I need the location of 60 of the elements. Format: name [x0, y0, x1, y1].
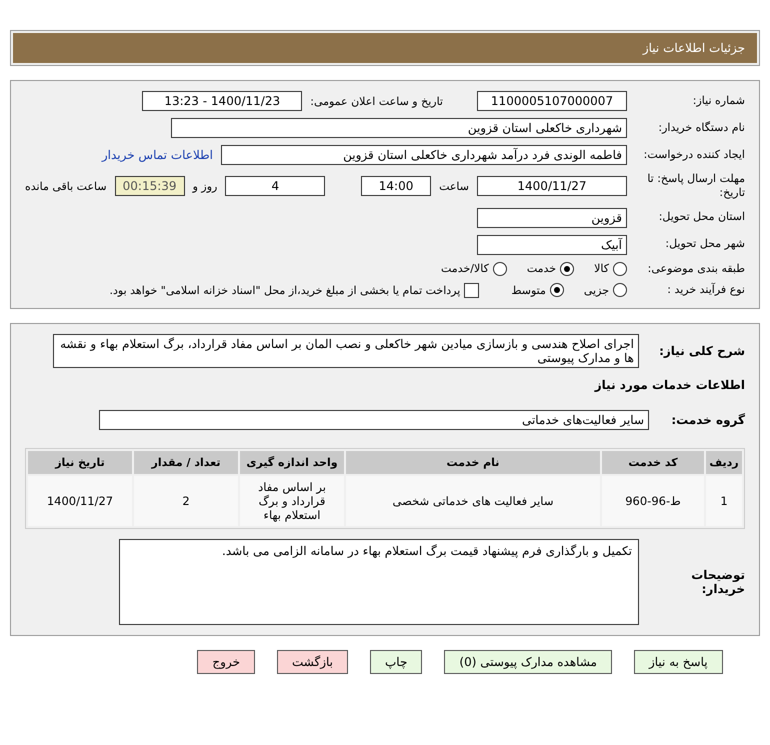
service-group-field: سایر فعالیت‌های خدماتی — [99, 410, 649, 430]
column-header: نام خدمت — [346, 450, 600, 474]
field-label: شهر محل تحویل: — [664, 237, 745, 252]
action-button[interactable]: پاسخ به نیاز — [634, 650, 723, 674]
column-header: کد خدمت — [602, 450, 704, 474]
field-label: گروه خدمت: — [670, 412, 745, 427]
action-button[interactable]: چاپ — [370, 650, 422, 674]
field-label: ساعت باقی مانده — [25, 180, 107, 193]
requester-field: فاطمه الوندی فرد درآمد شهرداری خاکعلی استان قزوین — [221, 145, 627, 165]
table-cell: 1 — [706, 476, 742, 526]
field-label: ساعت — [439, 180, 469, 193]
table-cell: سایر فعالیت های خدماتی شخصی — [346, 476, 600, 526]
table-cell: بر اساس مفاد قرارداد و برگ استعلام بهاء — [240, 476, 344, 526]
days-field: 4 — [225, 176, 326, 196]
deadline-time-field: 14:00 — [361, 176, 432, 196]
field-label: نوع فرآیند خرید : — [666, 283, 745, 298]
table-cell: ط-96-960 — [602, 476, 704, 526]
radio-button[interactable] — [613, 283, 627, 298]
column-header: ردیف — [706, 450, 742, 474]
table-cell: 1400/11/27 — [28, 476, 132, 526]
page-header: جزئیات اطلاعات نیاز — [13, 33, 757, 63]
province-field: قزوین — [477, 208, 627, 228]
field-label: روز و — [192, 180, 218, 193]
column-header: تعداد / مقدار — [134, 450, 238, 474]
deadline-date-field: 1400/11/27 — [477, 176, 627, 196]
radio-option[interactable]: جزیی — [584, 283, 627, 298]
action-button-alert[interactable]: بازگشت — [277, 650, 348, 674]
action-button[interactable]: مشاهده مدارک پیوستی (0) — [444, 650, 612, 674]
radio-option[interactable]: خدمت — [526, 262, 574, 276]
contact-link[interactable]: اطلاعات تماس خریدار — [102, 148, 213, 162]
radio-option[interactable]: کالا — [594, 262, 627, 276]
radio-button[interactable] — [613, 262, 627, 276]
column-header: تاریخ نیاز — [28, 450, 132, 474]
column-header: واحد اندازه گیری — [240, 450, 344, 474]
field-label: نام دستگاه خریدار: — [657, 120, 745, 136]
radio-button[interactable] — [492, 262, 507, 276]
action-button-alert[interactable]: خروج — [197, 650, 255, 674]
field-label: استان محل تحویل: — [658, 210, 745, 225]
field-label: طبقه بندی موضوعی: — [646, 262, 745, 276]
city-field: آبیک — [477, 234, 627, 255]
summary-field: اجرای اصلاح هندسی و بازسازی میادین شهر خاکعلی و نصب المان بر اساس مفاد قرارداد، برگ استعلام بهاء و نقشه ها و مدارک پیوستی — [53, 334, 639, 368]
table-cell: 2 — [134, 476, 238, 526]
payment-checkbox-option[interactable]: پرداخت تمام یا بخشی از مبلغ خرید،از محل "اسناد خزانه اسلامی" خواهد بود. — [110, 282, 480, 298]
field-label: شرح کلی نیاز: — [658, 344, 745, 358]
field-label: شماره نیاز: — [692, 94, 745, 108]
checkbox[interactable] — [464, 282, 480, 298]
radio-option[interactable]: متوسط — [511, 283, 564, 298]
need-number-field: 1100005107000007 — [477, 91, 627, 111]
radio-button[interactable] — [550, 283, 564, 298]
field-label: مهلت ارسال پاسخ: تا تاریخ: — [646, 172, 745, 201]
radio-button[interactable] — [560, 262, 574, 276]
field-label: تاریخ و ساعت اعلان عمومی: — [310, 94, 443, 108]
radio-option[interactable]: کالا/خدمت — [441, 262, 507, 276]
field-label: ایجاد کننده درخواست: — [642, 148, 745, 162]
section-title: اطلاعات خدمات مورد نیاز — [593, 378, 745, 392]
field-label: توضیحات خریدار: — [690, 568, 745, 596]
announce-date-field: 1400/11/23 - 13:23 — [142, 91, 302, 111]
buyer-notes-field: تکمیل و بارگذاری فرم پیشنهاد قیمت برگ استعلام بهاء در سامانه الزامی می باشد. — [119, 538, 639, 625]
buyer-org-field: شهرداری خاکعلی استان قزوین — [171, 118, 627, 138]
remaining-time-field: 00:15:39 — [114, 176, 185, 196]
